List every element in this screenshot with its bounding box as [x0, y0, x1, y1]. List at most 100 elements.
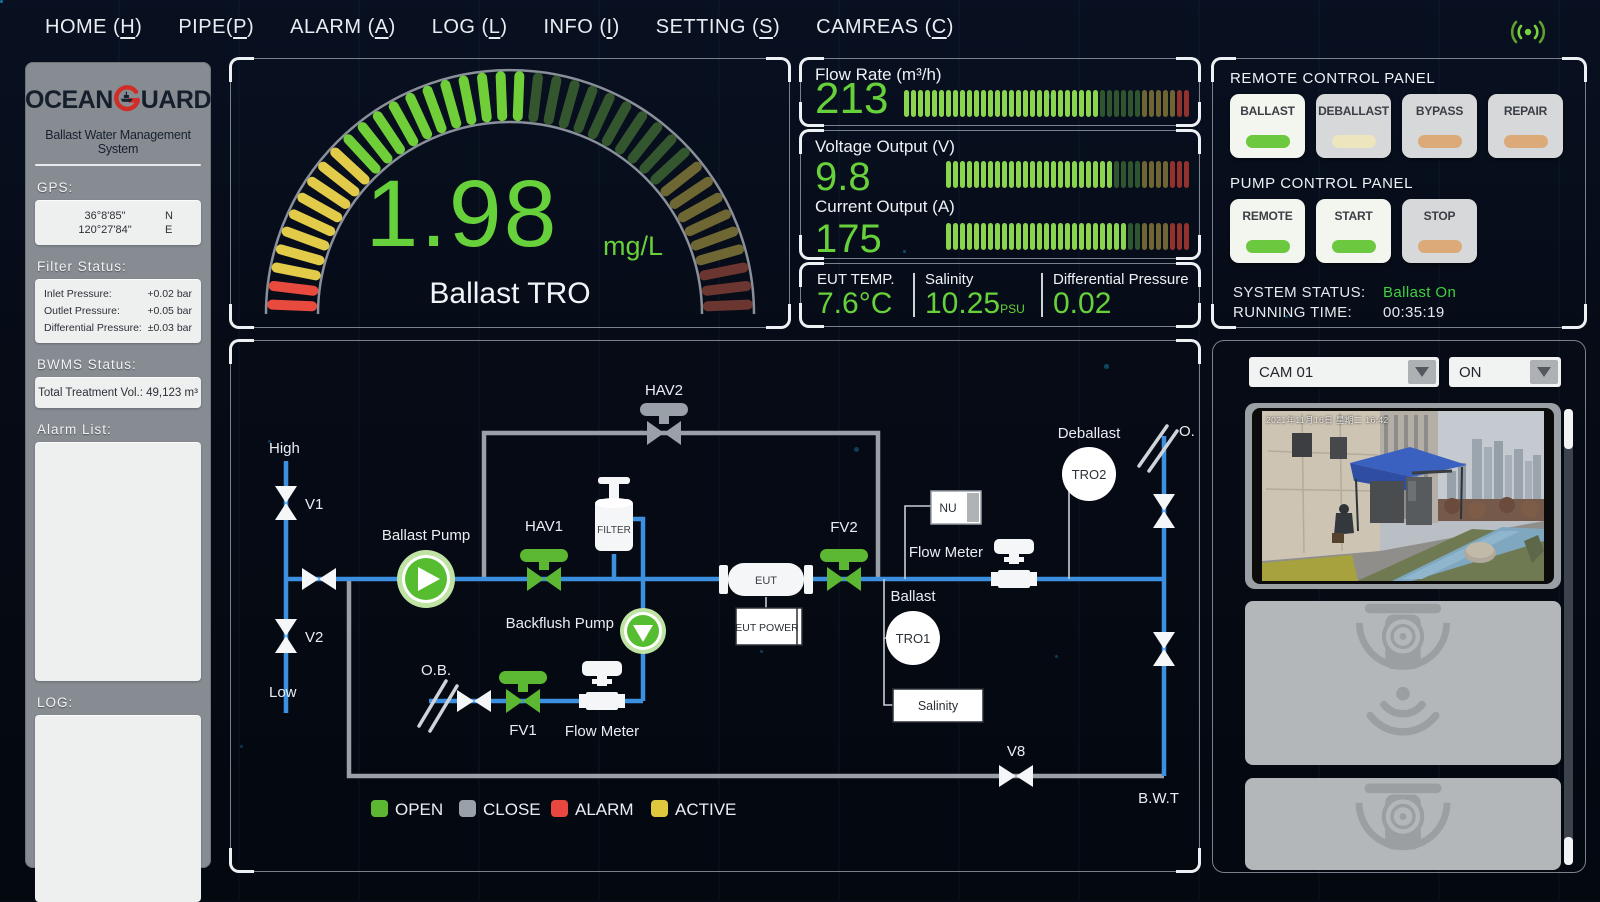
camera-select-dropdown[interactable]: CAM 01 [1249, 357, 1439, 387]
svg-text:O.B.: O.B. [1179, 423, 1196, 440]
svg-text:ACTIVE: ACTIVE [675, 800, 736, 819]
voltage-value: 9.8 [815, 157, 871, 197]
log-box[interactable] [35, 715, 201, 902]
remote-button-label: REMOTE [1230, 209, 1305, 223]
eut-temp-value: 7.6°C [817, 289, 909, 319]
nav-alarm[interactable]: ALARM (A) [290, 16, 396, 39]
pipe-diagram: FILTER EUT EUT POWER NU [231, 341, 1196, 868]
start-indicator [1332, 240, 1376, 253]
tro-gauge: 1.98 mg/L Ballast TRO [231, 59, 789, 327]
backflush-pump [620, 608, 666, 654]
salinity-stat: Salinity 10.25PSU [925, 264, 1035, 326]
nav-info[interactable]: INFO (I) [544, 16, 620, 39]
tro-unit: mg/L [603, 231, 663, 262]
camera-scrollbar[interactable] [1564, 409, 1573, 865]
flow-rate-bars [904, 90, 1189, 117]
svg-text:Ballast: Ballast [890, 588, 936, 605]
stop-indicator [1418, 240, 1462, 253]
alarm-list-box[interactable] [35, 442, 201, 681]
gps-section-title: GPS: [37, 180, 211, 195]
salinity-unit: PSU [1000, 302, 1025, 316]
svg-text:HAV2: HAV2 [645, 382, 683, 399]
start-button-label: START [1316, 209, 1391, 223]
camera-placeholder-2[interactable] [1245, 778, 1561, 870]
camera-select-value: CAM 01 [1249, 364, 1408, 381]
tro1-label: TRO1 [896, 631, 931, 646]
stop-button-label: STOP [1402, 209, 1477, 223]
nav-cameras[interactable]: CAMREAS (C) [816, 16, 954, 39]
voltage-label: Voltage Output (V) [815, 137, 955, 157]
camera-power-chevron-down-icon[interactable] [1530, 360, 1558, 384]
tro-gauge-panel: 1.98 mg/L Ballast TRO [230, 58, 790, 328]
gps-lat-dir: N [165, 210, 191, 222]
pipe-diagram-panel: FILTER EUT EUT POWER NU [230, 340, 1200, 872]
top-nav: HOME (H) PIPE(P) ALARM (A) LOG (L) INFO … [45, 16, 954, 39]
overboard-right-symbol [1139, 426, 1177, 471]
gps-readout: 36°8'85" N 120°27'84" E [35, 200, 201, 245]
repair-button[interactable]: REPAIR [1488, 94, 1563, 158]
system-status-row: SYSTEM STATUS: Ballast On [1233, 284, 1456, 301]
remote-indicator [1246, 240, 1290, 253]
stop-button[interactable]: STOP [1402, 199, 1477, 263]
eut-power-label: EUT POWER [735, 622, 799, 634]
svg-text:FV2: FV2 [830, 519, 858, 536]
svg-text:B.W.T: B.W.T [1138, 790, 1179, 807]
gps-lon-row: 120°27'84" E [45, 224, 191, 236]
svg-text:Flow Meter: Flow Meter [565, 723, 639, 740]
ballast-button[interactable]: BALLAST [1230, 94, 1305, 158]
deballast-indicator [1332, 135, 1376, 148]
bypass-button[interactable]: BYPASS [1402, 94, 1477, 158]
valve-right-upper [1153, 494, 1175, 528]
nav-log[interactable]: LOG (L) [432, 16, 508, 39]
camera-feed-image [1262, 411, 1544, 581]
camera-placeholder-1[interactable] [1245, 601, 1561, 765]
current-value: 175 [815, 219, 882, 259]
logo-text-uard: UARD [141, 86, 211, 115]
nav-pipe[interactable]: PIPE(P) [178, 16, 254, 39]
stat-divider-1 [913, 273, 915, 317]
gps-lon-value: 120°27'84" [45, 224, 165, 236]
voltage-bars [946, 161, 1189, 188]
start-button[interactable]: START [1316, 199, 1391, 263]
tro2-label: TRO2 [1072, 467, 1107, 482]
filter-status-readout: Inlet Pressure: +0.02 bar Outlet Pressur… [35, 279, 201, 343]
valve-v1 [275, 486, 297, 520]
camera-power-value: ON [1449, 364, 1530, 381]
diff-pressure-stat-label: Differential Pressure [1053, 271, 1195, 288]
stat-divider-2 [1041, 273, 1043, 317]
outlet-pressure-row: Outlet Pressure: +0.05 bar [44, 303, 192, 320]
camera-scrollbar-end[interactable] [1564, 837, 1573, 865]
svg-text:CLOSE: CLOSE [483, 800, 541, 819]
running-time-value: 00:35:19 [1383, 304, 1445, 321]
running-time-row: RUNNING TIME: 00:35:19 [1233, 304, 1445, 321]
broadcast-signal-icon [1508, 18, 1548, 46]
filter-status-title: Filter Status: [37, 259, 211, 274]
svg-text:Low: Low [269, 684, 297, 701]
svg-text:ALARM: ALARM [575, 800, 634, 819]
pump-panel-title: PUMP CONTROL PANEL [1230, 175, 1413, 192]
repair-button-label: REPAIR [1488, 104, 1563, 118]
svg-text:Deballast: Deballast [1058, 425, 1121, 442]
stats-panel: EUT TEMP. 7.6°C Salinity 10.25PSU Differ… [800, 263, 1200, 327]
deballast-button[interactable]: DEBALLAST [1316, 94, 1391, 158]
nav-home[interactable]: HOME (H) [45, 16, 142, 39]
valve-right-lower [1153, 632, 1175, 666]
camera-feed[interactable]: 2021年11月16日 星期二 16:42 [1252, 408, 1554, 584]
current-label: Current Output (A) [815, 197, 955, 217]
salinity-label: Salinity [925, 271, 1035, 288]
system-status-value: Ballast On [1383, 284, 1456, 301]
outlet-pressure-value: +0.05 bar [147, 303, 192, 320]
nav-setting[interactable]: SETTING (S) [656, 16, 780, 39]
gray-pipes [349, 433, 1164, 776]
camera-select-chevron-down-icon[interactable] [1408, 360, 1436, 384]
svg-text:V8: V8 [1007, 743, 1025, 760]
remote-button[interactable]: REMOTE [1230, 199, 1305, 263]
camera-scrollbar-thumb[interactable] [1564, 409, 1573, 449]
ballast-pump [397, 550, 455, 608]
logo-divider [35, 164, 201, 166]
current-bars [946, 223, 1189, 250]
diff-pressure-value: ±0.03 bar [148, 320, 192, 337]
valve-v8 [999, 765, 1033, 787]
valve-fv1 [499, 671, 547, 713]
camera-power-dropdown[interactable]: ON [1449, 357, 1561, 387]
